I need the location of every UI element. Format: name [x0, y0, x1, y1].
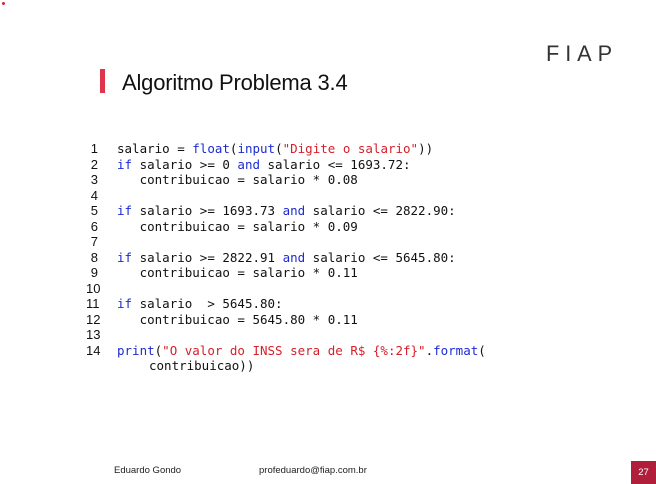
line-number: 2	[90, 156, 98, 172]
code-token: salario >= 0	[132, 156, 238, 172]
code-keyword: and	[282, 249, 306, 265]
code-text: if salario > 5645.80:	[117, 296, 283, 312]
line-number: 3	[90, 172, 98, 187]
code-token: (	[275, 141, 283, 156]
code-token: ))	[418, 141, 434, 156]
code-text: contribuicao = salario * 0.09	[117, 219, 358, 235]
code-keyword: if	[117, 156, 133, 172]
line-number: 10	[86, 280, 101, 296]
code-keyword: if	[117, 249, 133, 265]
fiap-logo: FIAP	[546, 42, 618, 64]
code-text: if salario >= 0 and salario <= 1693.72:	[117, 157, 411, 173]
line-number: 6	[90, 218, 98, 234]
code-keyword: format	[433, 342, 479, 358]
code-keyword: if	[117, 296, 133, 311]
line-number: 7	[90, 234, 98, 249]
code-text: contribuicao = 5645.80 * 0.11	[117, 312, 358, 328]
code-text: print ( "O valor do INSS sera de R$ {%:2f}…	[117, 343, 486, 359]
line-number: 5	[90, 203, 98, 218]
line-number: 4	[90, 187, 98, 203]
slide-title: Algoritmo Problema 3.4	[122, 70, 348, 95]
line-number: 9	[90, 265, 98, 280]
code-text: if salario >= 1693.73 and salario <= 282…	[117, 203, 456, 219]
page-number: 27	[631, 461, 656, 484]
code-token: salario >= 2822.91	[132, 249, 283, 265]
line-number: 12	[86, 311, 101, 327]
fiap-logo-text: FIAP	[546, 42, 618, 64]
code-token: salario <= 2822.90:	[305, 203, 456, 218]
code-token: salario >= 1693.73	[132, 203, 283, 218]
code-token: salario =	[117, 141, 193, 156]
code-text: if salario >= 2822.91 and salario <= 564…	[117, 250, 456, 266]
code-token: contribuicao = salario * 0.08	[117, 172, 358, 187]
code-token: contribuicao = salario * 0.11	[117, 265, 358, 280]
code-text: salario = float(input("Digite o salario"…	[117, 141, 433, 157]
code-keyword: and	[237, 156, 260, 172]
line-number: 11	[86, 296, 100, 311]
line-number: 14	[86, 342, 101, 358]
line-number: 13	[86, 327, 101, 342]
code-token: contribuicao = salario * 0.09	[117, 218, 358, 234]
code-text: contribuicao = salario * 0.08	[117, 172, 358, 188]
code-keyword: input	[237, 141, 276, 156]
code-keyword: print	[117, 342, 155, 358]
footer-author: Eduardo Gondo	[114, 465, 182, 476]
code-token: salario > 5645.80:	[132, 296, 283, 311]
code-token: (	[478, 342, 486, 358]
code-string: "Digite o salario"	[282, 141, 419, 156]
line-number: 1	[90, 141, 98, 156]
code-text: contribuicao = salario * 0.11	[117, 265, 358, 281]
code-token: .	[425, 342, 434, 358]
code-token: contribuicao = 5645.80 * 0.11	[117, 311, 358, 327]
code-string: "O valor do INSS sera de R$ {%:2f}"	[162, 342, 426, 358]
footer-email: profeduardo@fiap.com.br	[259, 465, 367, 476]
line-number: 8	[90, 249, 98, 265]
code-token: salario <= 5645.80:	[305, 249, 456, 265]
code-keyword: if	[117, 203, 133, 218]
code-keyword: float	[192, 141, 230, 156]
corner-dot	[2, 2, 5, 5]
code-token: salario <= 1693.72:	[260, 156, 411, 172]
code-text: contribuicao))	[149, 358, 255, 373]
title-accent-bar	[100, 69, 105, 93]
code-keyword: and	[282, 203, 306, 218]
